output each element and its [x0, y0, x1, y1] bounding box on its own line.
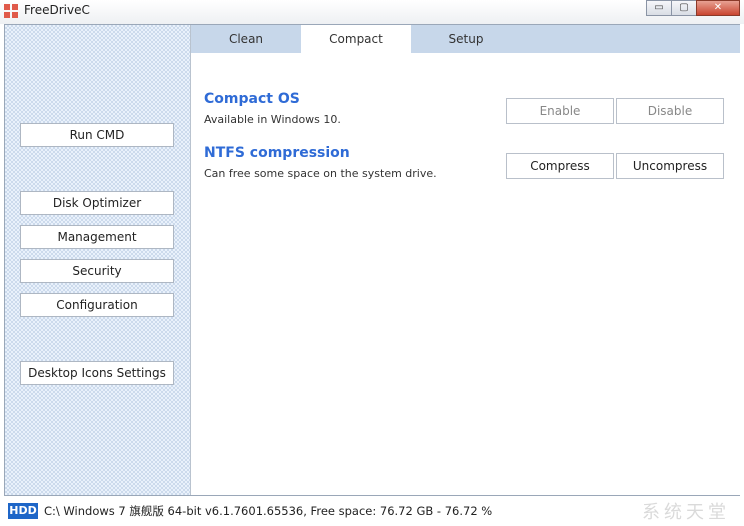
tab-setup[interactable]: Setup — [411, 25, 521, 53]
run-cmd-button[interactable]: Run CMD — [20, 123, 174, 147]
close-button[interactable]: ✕ — [696, 0, 740, 16]
uncompress-button[interactable]: Uncompress — [616, 153, 724, 179]
window-title: FreeDriveC — [24, 3, 90, 17]
compact-os-description: Available in Windows 10. — [204, 113, 341, 126]
title-bar: FreeDriveC ▭ ▢ ✕ — [0, 0, 744, 24]
security-button[interactable]: Security — [20, 259, 174, 283]
tab-clean[interactable]: Clean — [191, 25, 301, 53]
watermark: 系统天堂 — [642, 502, 730, 523]
app-client-area: Run CMD Disk Optimizer Management Securi… — [4, 24, 740, 496]
disable-button[interactable]: Disable — [616, 98, 724, 124]
ntfs-compression-description: Can free some space on the system drive. — [204, 167, 437, 180]
maximize-button[interactable]: ▢ — [671, 0, 697, 16]
sidebar: Run CMD Disk Optimizer Management Securi… — [5, 25, 190, 495]
app-icon — [4, 4, 19, 19]
tab-compact[interactable]: Compact — [301, 25, 411, 53]
minimize-button[interactable]: ▭ — [646, 0, 672, 16]
management-button[interactable]: Management — [20, 225, 174, 249]
ntfs-compression-title: NTFS compression — [204, 145, 350, 161]
tab-strip: Clean Compact Setup — [191, 25, 740, 53]
system-info-text: C:\ Windows 7 旗舰版 64-bit v6.1.7601.65536… — [44, 504, 493, 518]
compress-button[interactable]: Compress — [506, 153, 614, 179]
disk-optimizer-button[interactable]: Disk Optimizer — [20, 191, 174, 215]
desktop-icons-settings-button[interactable]: Desktop Icons Settings — [20, 361, 174, 385]
main-panel: Clean Compact Setup Compact OS Available… — [190, 25, 740, 495]
compact-os-title: Compact OS — [204, 91, 300, 107]
configuration-button[interactable]: Configuration — [20, 293, 174, 317]
drive-type-badge: HDD — [8, 503, 38, 519]
enable-button[interactable]: Enable — [506, 98, 614, 124]
status-bar: HDD C:\ Windows 7 旗舰版 64-bit v6.1.7601.6… — [0, 496, 744, 526]
